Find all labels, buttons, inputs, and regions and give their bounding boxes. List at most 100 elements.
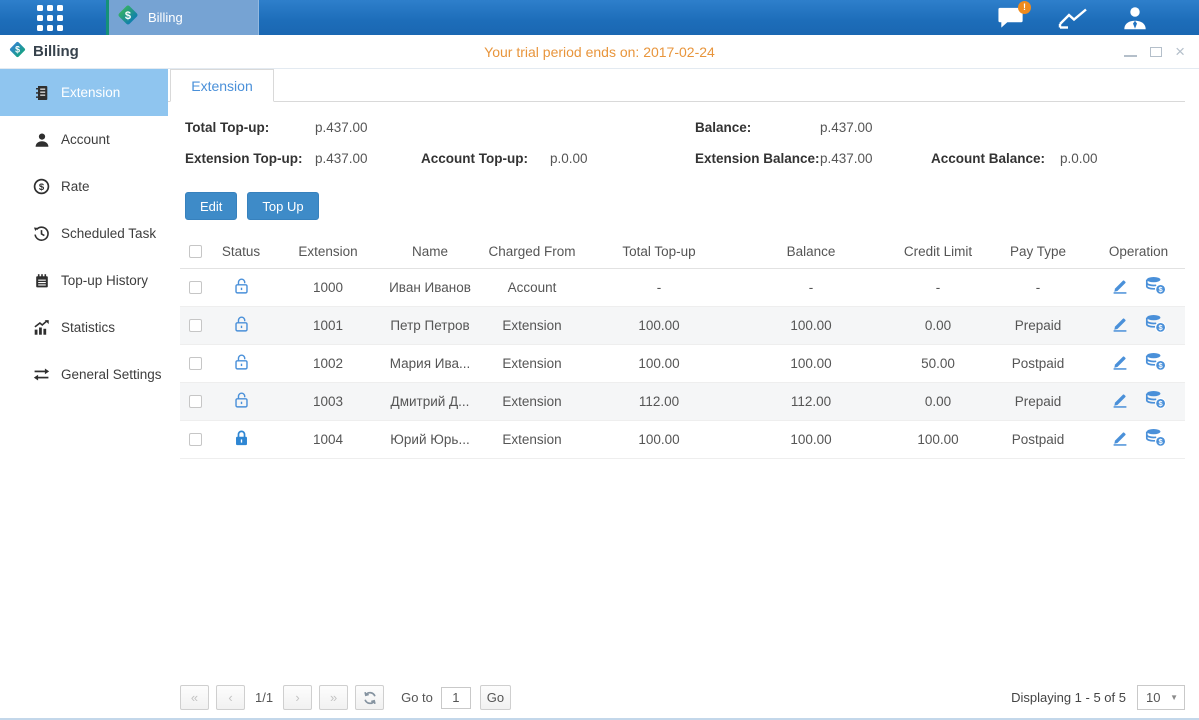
credit-limit-cell: 0.00	[892, 382, 984, 420]
growth-chart-icon	[33, 319, 50, 336]
coins-dollar-icon: $	[1145, 352, 1167, 371]
page-indicator: 1/1	[255, 690, 273, 705]
balance-cell: -	[730, 268, 892, 306]
row-topup-button[interactable]: $	[1145, 390, 1167, 412]
notification-badge: !	[1018, 1, 1031, 14]
sidebar-item-scheduled-task[interactable]: Scheduled Task	[0, 210, 168, 257]
last-page-button[interactable]: »	[319, 685, 348, 710]
sidebar-item-label: Top-up History	[61, 273, 148, 288]
sidebar-item-label: Rate	[61, 179, 90, 194]
window-title-bar: $ Billing Your trial period ends on: 201…	[0, 35, 1199, 69]
refresh-button[interactable]	[355, 685, 384, 710]
select-all-checkbox[interactable]	[189, 245, 202, 258]
row-topup-button[interactable]: $	[1145, 276, 1167, 298]
system-top-bar: $ Billing !	[0, 0, 1199, 35]
billing-diamond-icon: $	[116, 3, 140, 32]
sidebar-item-rate[interactable]: $ Rate	[0, 163, 168, 210]
total-topup-cell: 100.00	[588, 306, 730, 344]
main-content: Extension Total Top-up: p.437.00 Balance…	[168, 69, 1199, 718]
charged-from-cell: Extension	[476, 306, 588, 344]
lock-open-icon	[233, 353, 250, 371]
first-page-button[interactable]: «	[180, 685, 209, 710]
sidebar-item-general-settings[interactable]: General Settings	[0, 351, 168, 398]
status-cell	[210, 344, 272, 382]
name-cell: Юрий Юрь...	[384, 420, 476, 458]
pay-type-cell: Prepaid	[984, 382, 1092, 420]
row-topup-button[interactable]: $	[1145, 428, 1167, 450]
charged-from-cell: Account	[476, 268, 588, 306]
resource-monitor-button[interactable]	[1057, 4, 1089, 32]
svg-text:$: $	[39, 182, 45, 193]
sidebar-item-statistics[interactable]: Statistics	[0, 304, 168, 351]
notepad-icon	[33, 272, 50, 289]
next-page-button[interactable]: ›	[283, 685, 312, 710]
status-cell	[210, 420, 272, 458]
row-checkbox[interactable]	[189, 357, 202, 370]
edit-button[interactable]: Edit	[185, 192, 237, 220]
balance-cell: 100.00	[730, 306, 892, 344]
maximize-button[interactable]	[1150, 47, 1162, 57]
row-edit-button[interactable]	[1110, 352, 1129, 374]
col-balance: Balance	[730, 235, 892, 268]
coins-dollar-icon: $	[1145, 428, 1167, 447]
extension-cell: 1004	[272, 420, 384, 458]
row-topup-button[interactable]: $	[1145, 352, 1167, 374]
total-topup-label: Total Top-up:	[185, 120, 269, 135]
lock-open-icon	[233, 391, 250, 409]
pagination-bar: « ‹ 1/1 › » Go to Go Displaying 1 - 5 of…	[180, 684, 1185, 711]
pencil-icon	[1110, 276, 1129, 295]
billing-diamond-icon-small: $	[8, 40, 27, 64]
col-status: Status	[210, 235, 272, 268]
row-edit-button[interactable]	[1110, 276, 1129, 298]
coins-dollar-icon: $	[1145, 276, 1167, 295]
ledger-icon	[33, 84, 50, 101]
row-checkbox[interactable]	[189, 319, 202, 332]
charged-from-cell: Extension	[476, 382, 588, 420]
row-checkbox[interactable]	[189, 433, 202, 446]
row-checkbox[interactable]	[189, 281, 202, 294]
sidebar-item-topup-history[interactable]: Top-up History	[0, 257, 168, 304]
total-topup-cell: -	[588, 268, 730, 306]
user-menu-button[interactable]	[1119, 4, 1151, 32]
pay-type-cell: -	[984, 268, 1092, 306]
page-size-select[interactable]: 10 ▼	[1137, 685, 1185, 710]
sidebar-item-label: Extension	[61, 85, 120, 100]
credit-limit-cell: 50.00	[892, 344, 984, 382]
balance-value: p.437.00	[820, 120, 873, 135]
row-topup-button[interactable]: $	[1145, 314, 1167, 336]
prev-page-button[interactable]: ‹	[216, 685, 245, 710]
top-up-button[interactable]: Top Up	[247, 192, 318, 220]
credit-limit-cell: 100.00	[892, 420, 984, 458]
row-edit-button[interactable]	[1110, 390, 1129, 412]
sidebar-item-extension[interactable]: Extension	[0, 69, 168, 116]
total-topup-cell: 112.00	[588, 382, 730, 420]
taskbar-billing-tab[interactable]: $ Billing	[106, 0, 259, 35]
close-button[interactable]: ×	[1175, 45, 1185, 59]
row-checkbox[interactable]	[189, 395, 202, 408]
displaying-text: Displaying 1 - 5 of 5	[1011, 690, 1126, 705]
go-button[interactable]: Go	[480, 685, 511, 710]
extension-cell: 1003	[272, 382, 384, 420]
app-launcher-icon[interactable]	[37, 5, 63, 31]
person-icon	[33, 131, 50, 148]
notifications-button[interactable]: !	[995, 4, 1027, 32]
tab-extension[interactable]: Extension	[170, 69, 274, 102]
account-topup-value: p.0.00	[550, 151, 588, 166]
sidebar-item-label: Account	[61, 132, 110, 147]
extension-topup-value: p.437.00	[315, 151, 368, 166]
goto-page-input[interactable]	[441, 687, 471, 709]
dollar-circle-icon: $	[33, 178, 50, 195]
extension-topup-label: Extension Top-up:	[185, 151, 303, 166]
coins-dollar-icon: $	[1145, 314, 1167, 333]
sidebar-item-account[interactable]: Account	[0, 116, 168, 163]
pencil-icon	[1110, 352, 1129, 371]
total-topup-cell: 100.00	[588, 420, 730, 458]
billing-summary: Total Top-up: p.437.00 Balance: p.437.00…	[168, 102, 1199, 192]
taskbar-tab-label: Billing	[148, 10, 183, 25]
minimize-button[interactable]	[1124, 55, 1137, 57]
col-operation: Operation	[1092, 235, 1185, 268]
col-credit-limit: Credit Limit	[892, 235, 984, 268]
charged-from-cell: Extension	[476, 344, 588, 382]
row-edit-button[interactable]	[1110, 428, 1129, 450]
row-edit-button[interactable]	[1110, 314, 1129, 336]
